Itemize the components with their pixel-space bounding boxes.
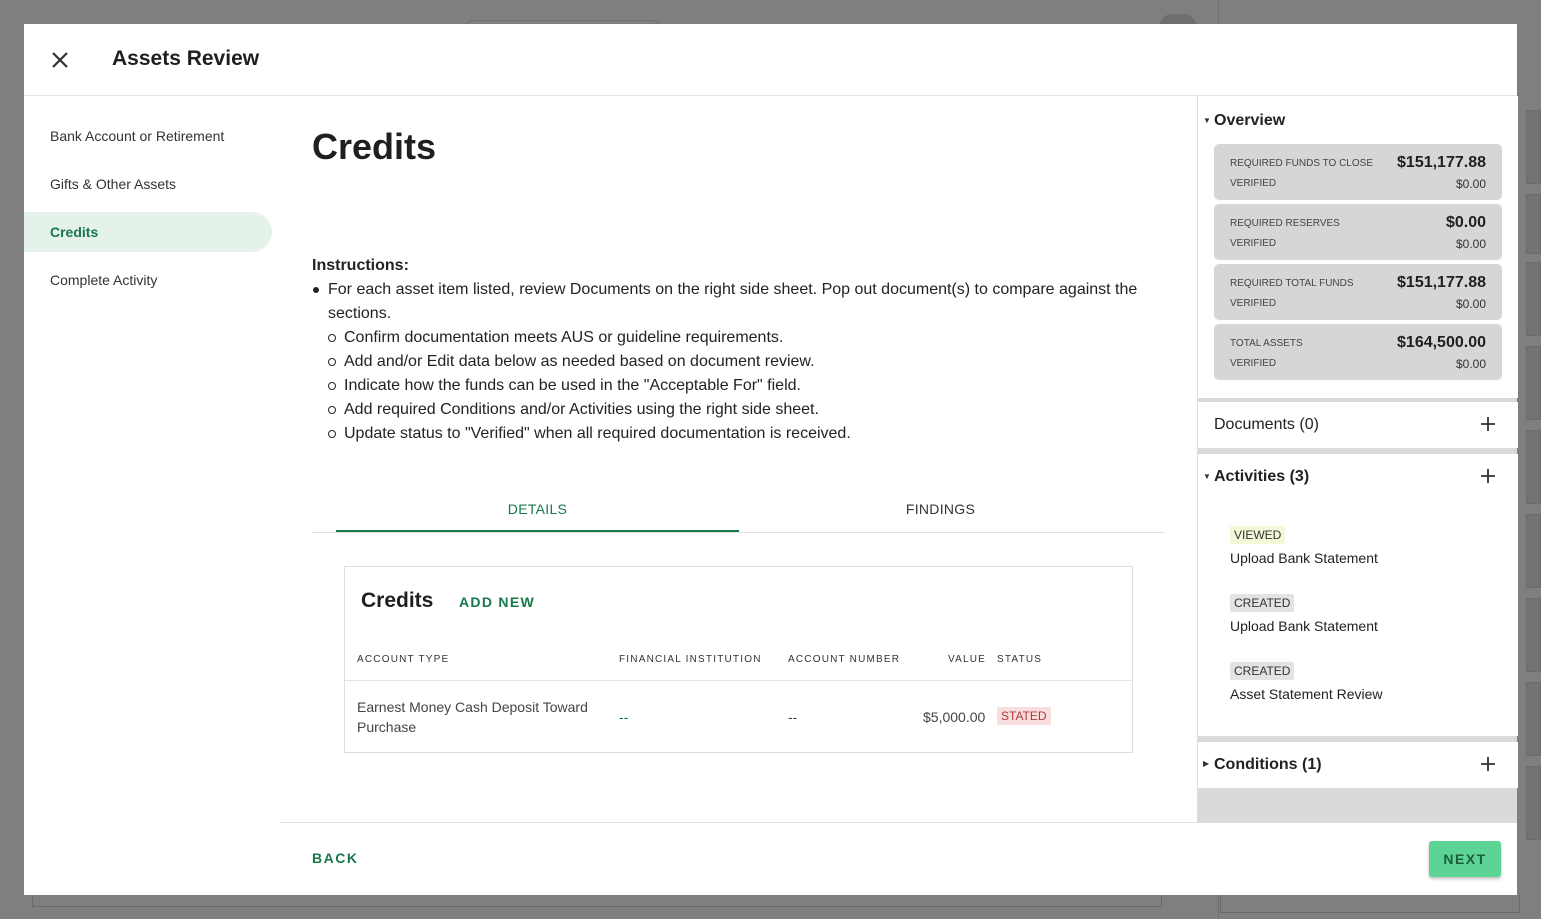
overview-label: TOTAL ASSETS bbox=[1230, 338, 1303, 349]
overview-verified-label: VERIFIED bbox=[1230, 178, 1277, 189]
activity-status-badge: VIEWED bbox=[1230, 526, 1286, 544]
activity-status-badge: CREATED bbox=[1230, 662, 1295, 680]
overview-card: REQUIRED FUNDS TO CLOSE $151,177.88 VERI… bbox=[1214, 144, 1502, 200]
credits-card: Credits ADD NEW ACCOUNT TYPE FINANCIAL I… bbox=[344, 566, 1133, 753]
instruction-item: For each asset item listed, review Docum… bbox=[312, 278, 1152, 326]
background-panel bbox=[1220, 895, 1520, 913]
overview-verified-value: $0.00 bbox=[1455, 357, 1486, 371]
overview-card: TOTAL ASSETS $164,500.00 VERIFIED $0.00 bbox=[1214, 324, 1502, 380]
activities-title[interactable]: Activities (3) bbox=[1214, 468, 1309, 486]
instructions: Instructions: For each asset item listed… bbox=[312, 254, 1152, 446]
conditions-section: ▶ Conditions (1) bbox=[1198, 742, 1518, 788]
right-side-sheet: ▼ Overview REQUIRED FUNDS TO CLOSE $151,… bbox=[1197, 96, 1518, 823]
status-badge: STATED bbox=[997, 707, 1051, 725]
caret-down-icon[interactable]: ▼ bbox=[1203, 116, 1211, 125]
instruction-sub-item: Indicate how the funds can be used in th… bbox=[328, 374, 1152, 398]
column-header-financial-institution: FINANCIAL INSTITUTION bbox=[619, 654, 762, 665]
background-block bbox=[1526, 430, 1541, 504]
documents-title[interactable]: Documents (0) bbox=[1214, 416, 1319, 434]
table-divider bbox=[345, 680, 1132, 681]
overview-section: ▼ Overview REQUIRED FUNDS TO CLOSE $151,… bbox=[1198, 96, 1518, 398]
next-button[interactable]: NEXT bbox=[1429, 841, 1501, 877]
background-block bbox=[1526, 346, 1541, 420]
activities-section: ▼ Activities (3) VIEWED Upload Bank Stat… bbox=[1198, 454, 1518, 736]
add-new-button[interactable]: ADD NEW bbox=[459, 594, 535, 610]
activity-item[interactable]: Upload Bank Statement bbox=[1230, 550, 1378, 566]
nav-item-complete-activity[interactable]: Complete Activity bbox=[24, 260, 272, 300]
nav-item-bank-account[interactable]: Bank Account or Retirement bbox=[24, 116, 272, 156]
overview-value: $0.00 bbox=[1445, 214, 1486, 231]
nav-item-gifts-other-assets[interactable]: Gifts & Other Assets bbox=[24, 164, 272, 204]
documents-section: Documents (0) bbox=[1198, 402, 1518, 448]
overview-value: $151,177.88 bbox=[1397, 154, 1486, 171]
background-block bbox=[1526, 194, 1541, 254]
overview-verified-value: $0.00 bbox=[1455, 297, 1486, 311]
add-document-icon[interactable] bbox=[1480, 416, 1496, 432]
conditions-title[interactable]: Conditions (1) bbox=[1214, 756, 1322, 774]
overview-verified-label: VERIFIED bbox=[1230, 238, 1277, 249]
overview-label: REQUIRED RESERVES bbox=[1230, 218, 1340, 229]
dialog-header: Assets Review bbox=[24, 24, 1517, 96]
activity-status-badge: CREATED bbox=[1230, 594, 1295, 612]
overview-label: REQUIRED TOTAL FUNDS bbox=[1230, 278, 1354, 289]
background-panel bbox=[32, 895, 1162, 907]
nav-item-credits[interactable]: Credits bbox=[24, 212, 272, 252]
overview-value: $151,177.88 bbox=[1397, 274, 1486, 291]
overview-value: $164,500.00 bbox=[1397, 334, 1486, 351]
background-block bbox=[1526, 682, 1541, 756]
column-header-value: VALUE bbox=[948, 654, 987, 665]
activity-item[interactable]: Asset Statement Review bbox=[1230, 686, 1383, 702]
background-block bbox=[1526, 598, 1541, 672]
caret-right-icon[interactable]: ▶ bbox=[1203, 759, 1209, 768]
overview-card: REQUIRED TOTAL FUNDS $151,177.88 VERIFIE… bbox=[1214, 264, 1502, 320]
instruction-sub-item: Confirm documentation meets AUS or guide… bbox=[328, 326, 1152, 350]
background-block bbox=[1526, 514, 1541, 588]
back-button[interactable]: BACK bbox=[312, 850, 358, 866]
caret-down-icon[interactable]: ▼ bbox=[1203, 472, 1211, 481]
background-block bbox=[1526, 262, 1541, 336]
cell-account-number: -- bbox=[788, 709, 798, 725]
credits-card-title: Credits bbox=[361, 589, 434, 612]
instruction-sub-list: Confirm documentation meets AUS or guide… bbox=[312, 326, 1152, 446]
instructions-title: Instructions: bbox=[312, 257, 409, 274]
instruction-sub-item: Update status to "Verified" when all req… bbox=[328, 422, 1152, 446]
overview-label: REQUIRED FUNDS TO CLOSE bbox=[1230, 158, 1373, 169]
instruction-sub-item: Add required Conditions and/or Activitie… bbox=[328, 398, 1152, 422]
activity-item[interactable]: Upload Bank Statement bbox=[1230, 618, 1378, 634]
main-content: Credits Instructions: For each asset ite… bbox=[280, 96, 1197, 822]
cell-account-type: Earnest Money Cash Deposit Toward Purcha… bbox=[357, 699, 588, 735]
add-activity-icon[interactable] bbox=[1480, 468, 1496, 484]
overview-verified-label: VERIFIED bbox=[1230, 358, 1277, 369]
column-header-account-number: ACCOUNT NUMBER bbox=[788, 654, 901, 665]
add-condition-icon[interactable] bbox=[1480, 756, 1496, 772]
overview-verified-value: $0.00 bbox=[1455, 237, 1486, 251]
tab-findings[interactable]: FINDINGS bbox=[739, 486, 1142, 532]
overview-verified-value: $0.00 bbox=[1455, 177, 1486, 191]
overview-verified-label: VERIFIED bbox=[1230, 298, 1277, 309]
tab-bar: DETAILS FINDINGS bbox=[312, 486, 1165, 533]
close-icon[interactable] bbox=[48, 48, 72, 72]
background-block bbox=[1526, 110, 1541, 184]
instruction-sub-item: Add and/or Edit data below as needed bas… bbox=[328, 350, 1152, 374]
column-header-status: STATUS bbox=[997, 654, 1043, 665]
background-block bbox=[1526, 766, 1541, 840]
cell-financial-institution[interactable]: -- bbox=[619, 707, 628, 727]
overview-card: REQUIRED RESERVES $0.00 VERIFIED $0.00 bbox=[1214, 204, 1502, 260]
page-title: Credits bbox=[312, 126, 437, 167]
assets-review-dialog: Assets Review Bank Account or Retirement… bbox=[24, 24, 1518, 895]
column-header-account-type: ACCOUNT TYPE bbox=[357, 654, 450, 665]
tab-details[interactable]: DETAILS bbox=[336, 486, 739, 532]
cell-value: $5,000.00 bbox=[923, 709, 986, 725]
dialog-title: Assets Review bbox=[112, 47, 260, 70]
overview-title[interactable]: Overview bbox=[1214, 112, 1285, 130]
